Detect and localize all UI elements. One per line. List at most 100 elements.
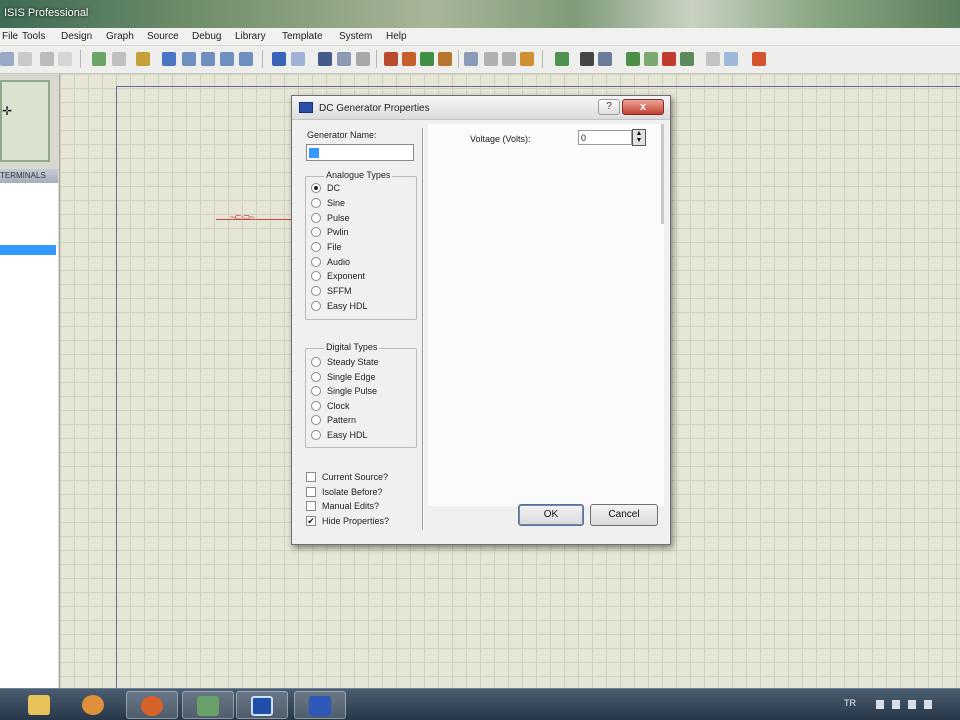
overview-window[interactable]: ✛ [0, 80, 50, 162]
menu-template[interactable]: Template [282, 31, 323, 42]
radio-clock[interactable]: Clock [311, 399, 415, 413]
radio-dc[interactable]: DC [311, 181, 415, 195]
make-device-icon[interactable] [484, 52, 498, 66]
checkbox-isolate-before[interactable]: Isolate Before? [306, 485, 418, 499]
radio-button[interactable] [311, 357, 321, 367]
redo-icon[interactable] [291, 52, 305, 66]
radio-pwlin[interactable]: Pwlin [311, 225, 415, 239]
radio-easy-hdl-digital[interactable]: Easy HDL [311, 428, 415, 442]
radio-button[interactable] [311, 401, 321, 411]
menu-graph[interactable]: Graph [106, 31, 134, 42]
page-icon[interactable] [58, 52, 72, 66]
radio-steady-state[interactable]: Steady State [311, 355, 415, 369]
ares-netlist-icon[interactable] [724, 52, 738, 66]
radio-button[interactable] [311, 271, 321, 281]
cancel-button[interactable]: Cancel [590, 504, 658, 526]
ok-button[interactable]: OK [518, 504, 584, 526]
chevron-down-icon[interactable]: ▼ [636, 137, 643, 144]
print-icon[interactable] [40, 52, 54, 66]
pick-device-icon[interactable] [464, 52, 478, 66]
remove-sheet-icon[interactable] [644, 52, 658, 66]
voltage-input[interactable] [578, 130, 632, 145]
copy-icon[interactable] [0, 52, 14, 66]
help-button[interactable]: ? [598, 99, 620, 115]
terminals-list-selected-item[interactable] [0, 245, 56, 255]
window-title-bar[interactable]: ISIS Professional [0, 0, 960, 28]
radio-sine[interactable]: Sine [311, 196, 415, 210]
block-rotate-icon[interactable] [420, 52, 434, 66]
radio-file[interactable]: File [311, 240, 415, 254]
chevron-up-icon[interactable]: ▲ [636, 130, 643, 137]
menu-debug[interactable]: Debug [192, 31, 221, 42]
zoom-in-icon[interactable] [182, 52, 196, 66]
block-move-icon[interactable] [402, 52, 416, 66]
origin-icon[interactable] [136, 52, 150, 66]
menu-library[interactable]: Library [235, 31, 266, 42]
generator-component[interactable]: ~⊂◦⊃~ [216, 212, 296, 228]
packaging-icon[interactable] [502, 52, 516, 66]
radio-button[interactable] [311, 257, 321, 267]
taskbar-isis[interactable] [294, 691, 346, 719]
checkbox[interactable] [306, 487, 316, 497]
radio-button[interactable] [311, 386, 321, 396]
terminals-list[interactable] [0, 183, 58, 688]
radio-button[interactable] [311, 183, 321, 193]
generator-name-input[interactable] [306, 144, 414, 161]
radio-single-edge[interactable]: Single Edge [311, 370, 415, 384]
grid-icon[interactable] [112, 52, 126, 66]
radio-exponent[interactable]: Exponent [311, 269, 415, 283]
dialog-title-bar[interactable]: DC Generator Properties ? x [292, 96, 670, 120]
radio-pattern[interactable]: Pattern [311, 413, 415, 427]
checkbox[interactable] [306, 501, 316, 511]
taskbar-media-player[interactable] [68, 691, 120, 719]
menu-help[interactable]: Help [386, 31, 407, 42]
copy-clip-icon[interactable] [337, 52, 351, 66]
properties-scrollbar[interactable] [661, 124, 664, 224]
radio-button[interactable] [311, 242, 321, 252]
cut-icon[interactable] [318, 52, 332, 66]
netlist-icon[interactable] [706, 52, 720, 66]
zoom-area-icon[interactable] [239, 52, 253, 66]
language-indicator[interactable]: TR [844, 698, 856, 708]
menu-tools[interactable]: Tools [22, 31, 45, 42]
radio-easy-hdl-analogue[interactable]: Easy HDL [311, 299, 415, 313]
zoom-all-icon[interactable] [220, 52, 234, 66]
taskbar-ares[interactable] [236, 691, 288, 719]
paste-icon[interactable] [356, 52, 370, 66]
radio-button[interactable] [311, 301, 321, 311]
refresh-icon[interactable] [92, 52, 106, 66]
new-sheet-icon[interactable] [626, 52, 640, 66]
radio-button[interactable] [311, 286, 321, 296]
radio-button[interactable] [311, 198, 321, 208]
radio-button[interactable] [311, 415, 321, 425]
save-icon[interactable] [18, 52, 32, 66]
radio-pulse[interactable]: Pulse [311, 211, 415, 225]
checkbox-manual-edits[interactable]: Manual Edits? [306, 499, 418, 513]
tray-arrow-icon[interactable] [876, 700, 884, 709]
taskbar-explorer[interactable] [14, 691, 66, 719]
radio-button[interactable] [311, 213, 321, 223]
radio-single-pulse[interactable]: Single Pulse [311, 384, 415, 398]
radio-button[interactable] [311, 430, 321, 440]
menu-file[interactable]: File [2, 31, 18, 42]
exit-sheet-icon[interactable] [662, 52, 676, 66]
electrical-rule-check-icon[interactable] [752, 52, 766, 66]
radio-audio[interactable]: Audio [311, 255, 415, 269]
pan-icon[interactable] [162, 52, 176, 66]
menu-source[interactable]: Source [147, 31, 179, 42]
radio-button[interactable] [311, 372, 321, 382]
block-copy-icon[interactable] [384, 52, 398, 66]
checkbox-current-source[interactable]: Current Source? [306, 470, 418, 484]
bill-of-materials-icon[interactable] [680, 52, 694, 66]
flag-icon[interactable] [892, 700, 900, 709]
block-delete-icon[interactable] [438, 52, 452, 66]
close-button[interactable]: x [622, 99, 664, 115]
menu-system[interactable]: System [339, 31, 372, 42]
checkbox-hide-properties[interactable]: ✔ Hide Properties? [306, 514, 418, 528]
checkbox[interactable] [306, 472, 316, 482]
wire-autorouter-icon[interactable] [555, 52, 569, 66]
property-assign-icon[interactable] [598, 52, 612, 66]
checkbox-checked[interactable]: ✔ [306, 516, 316, 526]
undo-icon[interactable] [272, 52, 286, 66]
radio-sffm[interactable]: SFFM [311, 284, 415, 298]
